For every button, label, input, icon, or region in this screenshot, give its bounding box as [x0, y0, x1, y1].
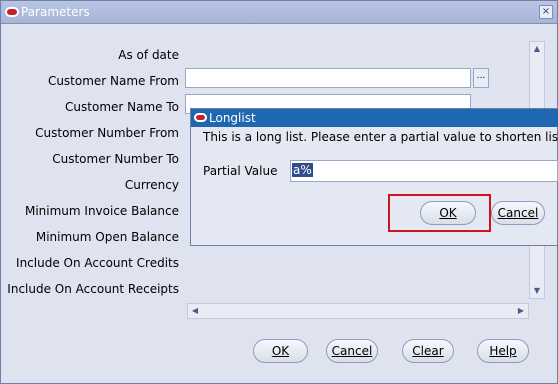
dialog-titlebar: Longlist	[191, 109, 558, 127]
close-button[interactable]: ×	[539, 5, 553, 19]
window-titlebar: Parameters ×	[1, 1, 557, 24]
window-title: Parameters	[21, 5, 90, 19]
partial-value-text: a%	[292, 163, 313, 177]
dialog-message: This is a long list. Please enter a part…	[203, 130, 558, 144]
clear-button[interactable]: Clear	[402, 339, 454, 363]
label-currency: Currency	[124, 178, 179, 192]
oracle-logo-icon	[5, 7, 19, 17]
customer-name-from-field[interactable]	[185, 68, 471, 88]
cancel-button[interactable]: Cancel	[326, 339, 378, 363]
ok-button[interactable]: OK	[253, 339, 308, 363]
scroll-left-icon[interactable]: ◀	[190, 306, 200, 316]
horizontal-scrollbar[interactable]: ◀ ▶	[187, 303, 529, 319]
partial-value-label: Partial Value	[203, 164, 278, 178]
help-button[interactable]: Help	[477, 339, 529, 363]
scroll-right-icon[interactable]: ▶	[516, 306, 526, 316]
label-include-on-account-credits: Include On Account Credits	[16, 256, 179, 270]
lov-button[interactable]: ...	[473, 68, 489, 88]
partial-value-input[interactable]: a%	[290, 160, 558, 182]
longlist-dialog: Longlist This is a long list. Please ent…	[190, 108, 558, 246]
cancel-button-label: Cancel	[331, 344, 373, 358]
label-customer-name-from: Customer Name From	[47, 74, 179, 88]
dialog-cancel-label: Cancel	[497, 206, 539, 220]
scroll-up-icon[interactable]: ▲	[532, 44, 542, 54]
oracle-logo-icon	[194, 113, 207, 122]
label-minimum-invoice-balance: Minimum Invoice Balance	[24, 204, 179, 218]
scroll-down-icon[interactable]: ▼	[532, 286, 542, 296]
help-button-label: Help	[489, 344, 517, 358]
label-minimum-open-balance: Minimum Open Balance	[35, 230, 179, 244]
ok-highlight-box	[388, 194, 491, 232]
dialog-cancel-button[interactable]: Cancel	[491, 201, 545, 225]
label-customer-number-to: Customer Number To	[52, 152, 179, 166]
label-include-on-account-receipts: Include On Account Receipts	[7, 282, 179, 296]
clear-button-label: Clear	[412, 344, 444, 358]
ok-button-label: OK	[271, 344, 290, 358]
label-as-of-date: As of date	[118, 48, 179, 62]
label-customer-number-from: Customer Number From	[35, 126, 179, 140]
label-customer-name-to: Customer Name To	[65, 100, 179, 114]
dialog-title: Longlist	[209, 111, 256, 125]
